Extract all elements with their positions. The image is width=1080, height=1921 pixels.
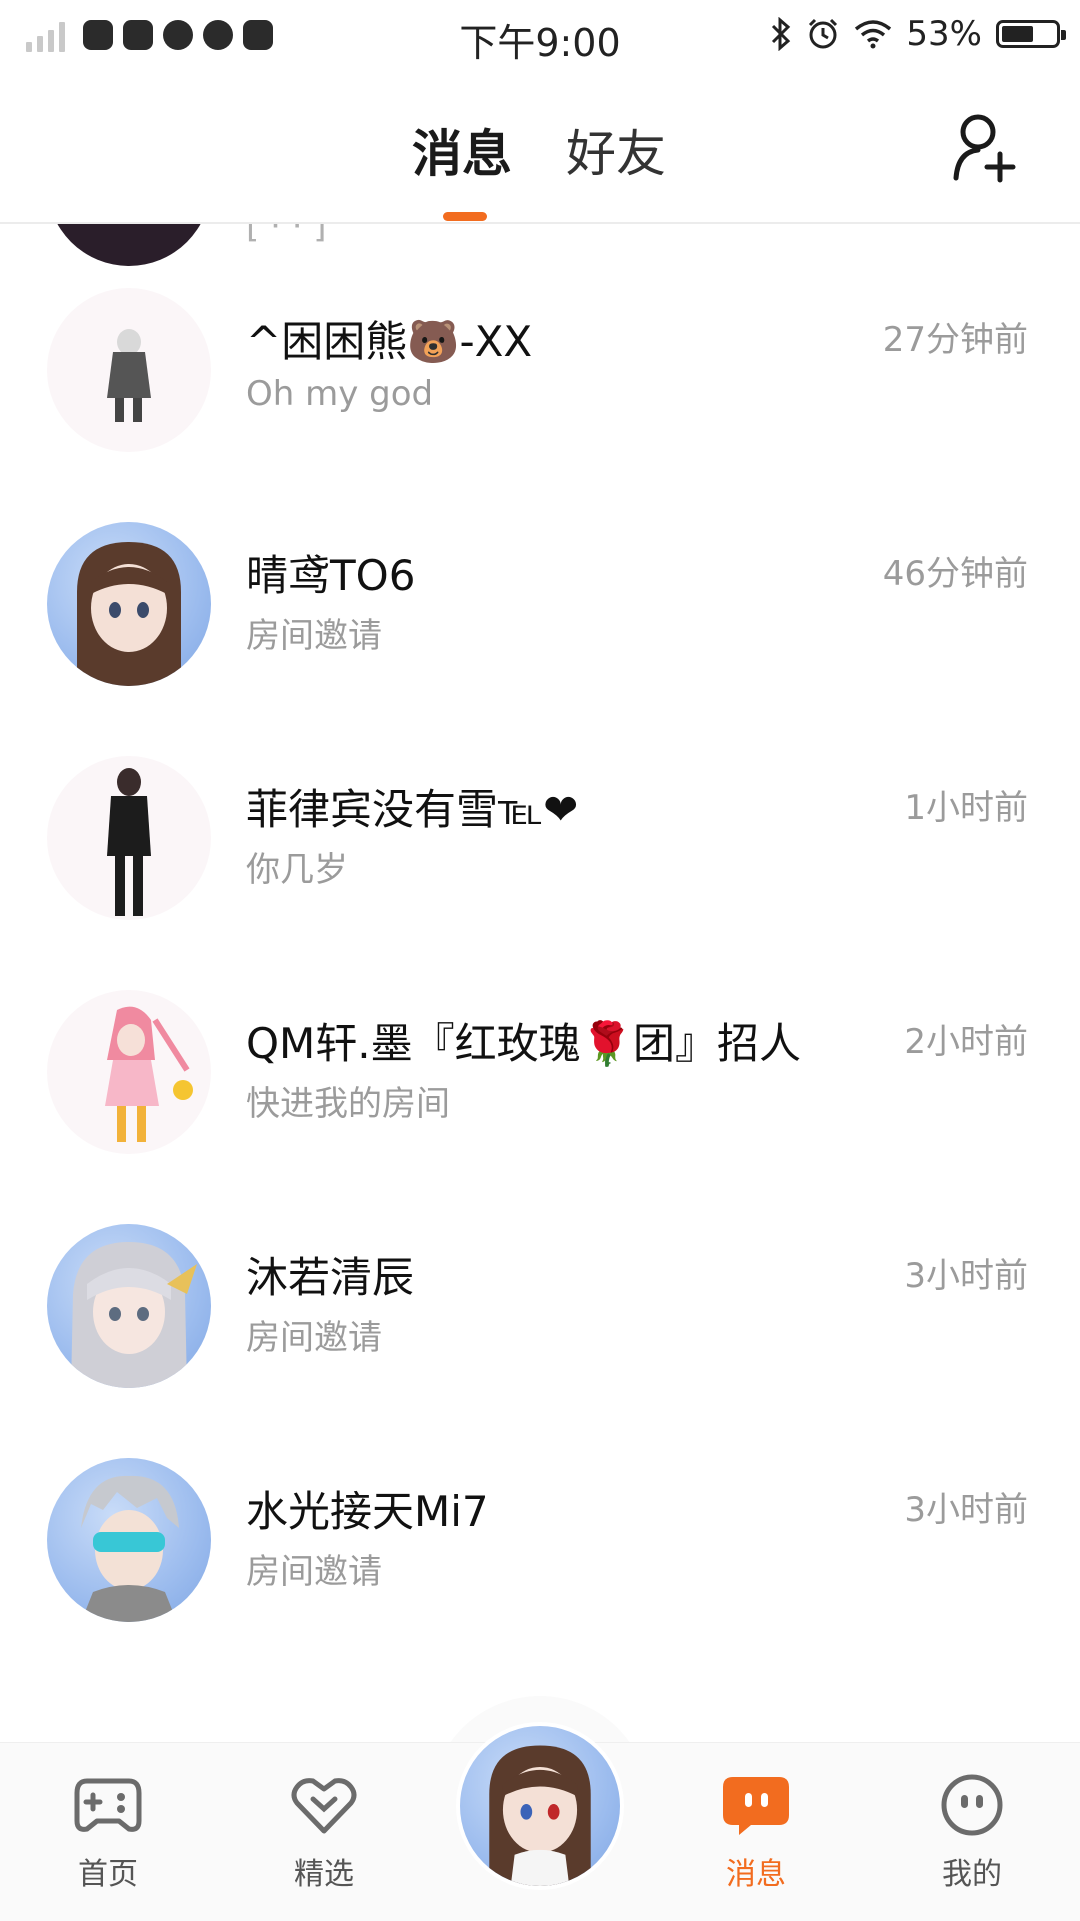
- add-friend-icon[interactable]: [952, 112, 1018, 184]
- message-icon: [723, 1777, 789, 1835]
- face-icon: [941, 1774, 1003, 1836]
- tab-friends[interactable]: 好友: [566, 114, 666, 186]
- conversation-preview: Oh my god: [246, 374, 434, 414]
- list-item-partial[interactable]: [ · · ]: [0, 222, 1080, 282]
- avatar: [47, 990, 211, 1154]
- alarm-icon: [809, 18, 838, 49]
- conversation-preview: 快进我的房间: [246, 1084, 450, 1124]
- nav-messages[interactable]: 消息: [686, 1773, 826, 1893]
- conversation-name: 沐若清辰: [246, 1253, 415, 1302]
- bluetooth-icon: [772, 17, 791, 51]
- conversation-time: 3小时前: [904, 1490, 1028, 1530]
- list-item[interactable]: 菲律宾没有雪℡❤ 你几岁 1小时前: [0, 756, 1080, 990]
- avatar: [47, 222, 211, 266]
- partial-preview: [ · · ]: [246, 222, 327, 246]
- nav-home[interactable]: 首页: [38, 1773, 178, 1893]
- conversation-time: 1小时前: [904, 788, 1028, 828]
- tab-indicator: [443, 212, 487, 221]
- list-item[interactable]: ^困困熊🐻-XX Oh my god 27分钟前: [0, 288, 1080, 522]
- conversation-preview: 你几岁: [246, 850, 348, 890]
- status-bar: 下午9:00 53%: [0, 0, 1080, 74]
- conversation-name: ^困困熊🐻-XX: [246, 317, 533, 366]
- nav-featured[interactable]: 精选: [254, 1773, 394, 1893]
- conversation-preview: 房间邀请: [246, 1318, 382, 1358]
- conversation-name: 晴鸢TO6: [246, 551, 416, 600]
- battery-percent: 53%: [906, 14, 982, 54]
- avatar: [47, 1458, 211, 1622]
- list-item[interactable]: 水光接天Mi7 房间邀请 3小时前: [0, 1458, 1080, 1692]
- conversation-preview: 房间邀请: [246, 1552, 382, 1592]
- avatar: [489, 1745, 591, 1886]
- avatar: [47, 288, 211, 452]
- wifi-icon: [855, 20, 892, 49]
- nav-label: 精选: [294, 1857, 354, 1892]
- gamepad-icon: [74, 1778, 142, 1832]
- conversation-time: 46分钟前: [882, 554, 1028, 594]
- conversation-list[interactable]: [ · · ] ^困困熊🐻-XX Oh my god 27分钟前 晴鸢TO6 房…: [0, 222, 1080, 1742]
- battery-icon: [996, 20, 1066, 48]
- center-avatar-button[interactable]: [456, 1722, 624, 1890]
- nav-label: 消息: [726, 1857, 786, 1892]
- conversation-time: 27分钟前: [882, 320, 1028, 360]
- list-item[interactable]: 沐若清辰 房间邀请 3小时前: [0, 1224, 1080, 1458]
- nav-label: 首页: [78, 1857, 138, 1892]
- list-item[interactable]: 晴鸢TO6 房间邀请 46分钟前: [0, 522, 1080, 756]
- conversation-name: 菲律宾没有雪℡❤: [246, 785, 579, 834]
- list-item[interactable]: QM轩.墨『红玫瑰🌹团』招人 快进我的房间 2小时前: [0, 990, 1080, 1224]
- avatar: [47, 756, 211, 920]
- conversation-name: QM轩.墨『红玫瑰🌹团』招人: [246, 1019, 801, 1068]
- conversation-preview: 房间邀请: [246, 616, 382, 656]
- status-bar-right: 53%: [770, 14, 1066, 54]
- heart-icon: [291, 1778, 357, 1834]
- conversation-time: 3小时前: [904, 1256, 1028, 1296]
- conversation-time: 2小时前: [904, 1022, 1028, 1062]
- avatar: [47, 1224, 211, 1388]
- conversation-name: 水光接天Mi7: [246, 1487, 489, 1536]
- nav-me[interactable]: 我的: [902, 1773, 1042, 1893]
- nav-label: 我的: [942, 1857, 1002, 1892]
- tab-messages[interactable]: 消息: [412, 114, 512, 186]
- avatar: [47, 522, 211, 686]
- top-nav: 消息 好友: [0, 74, 1080, 224]
